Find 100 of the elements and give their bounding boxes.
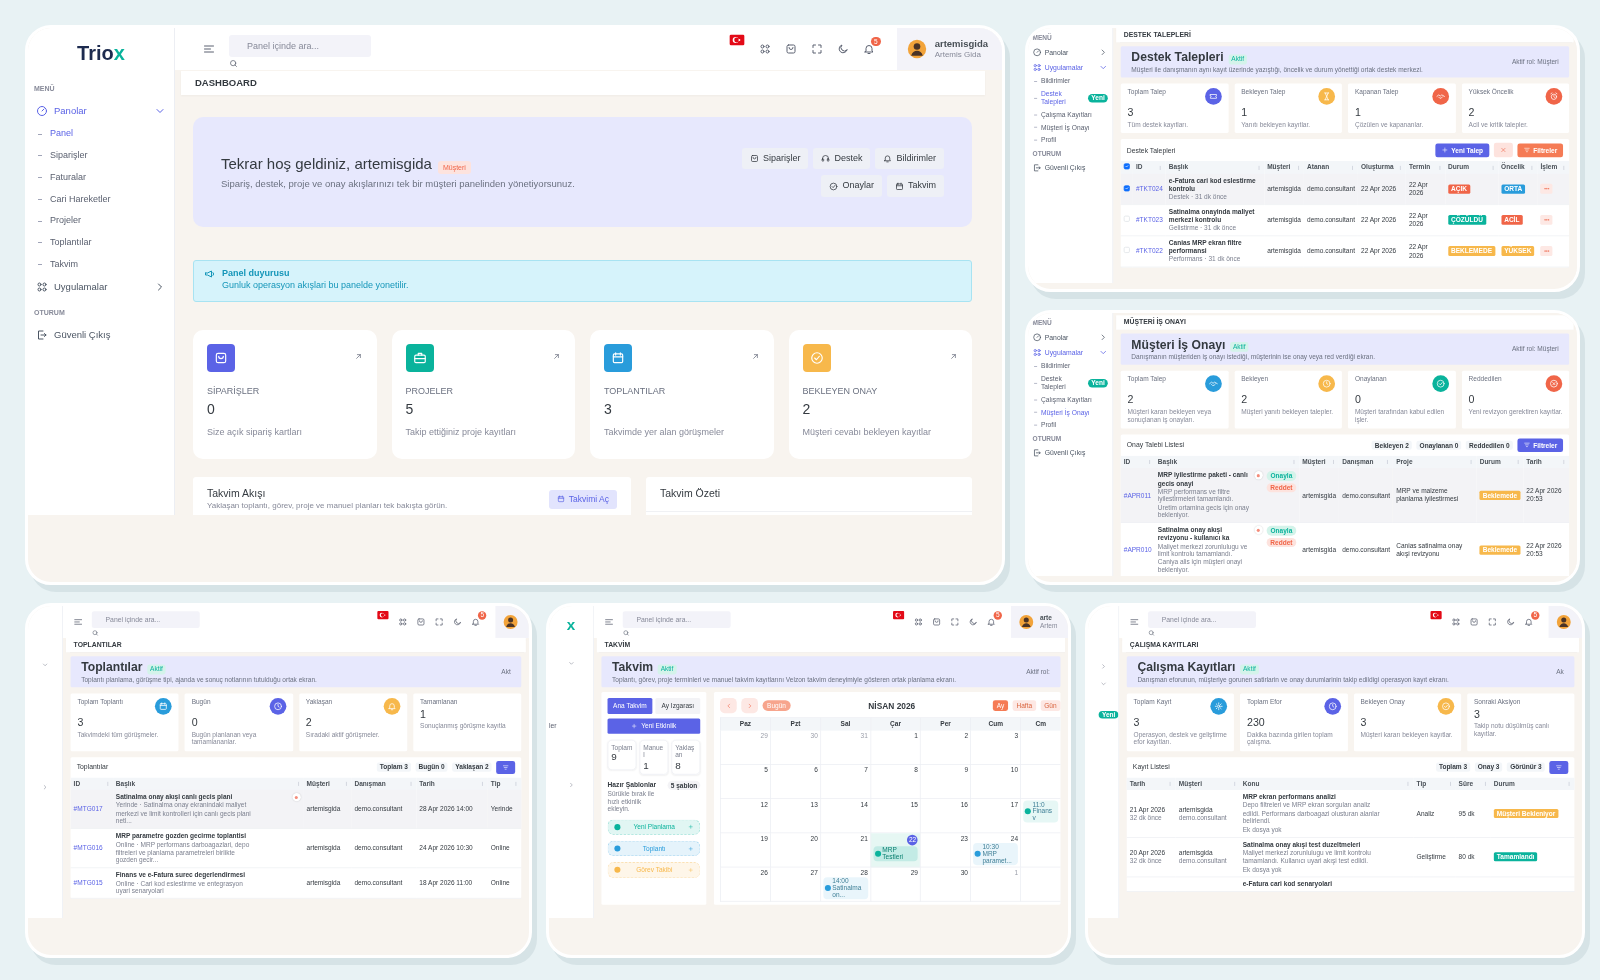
page-heading: Müşteri İş Onayı [1131, 337, 1226, 352]
shortcut-button[interactable]: Destek [813, 147, 871, 170]
check-circle-icon [809, 351, 824, 366]
alert-text: Gunluk operasyon akışlari bu panelde yonetilir. [222, 280, 409, 292]
stat-value: 2 [802, 400, 811, 419]
row-checkbox[interactable] [1123, 184, 1130, 192]
avatar-icon [503, 614, 519, 630]
sidebar-subitem[interactable]: Cari Hareketler [48, 188, 113, 211]
menu-icon [203, 43, 215, 55]
stat-value: 3 [1133, 716, 1140, 730]
search-icon [229, 58, 238, 68]
stat-value: 5 [405, 400, 414, 419]
stat-description: Size açık sipariş kartları [207, 427, 304, 439]
arrow-up-right-icon [353, 352, 363, 362]
page-heading: Tekrar hoş geldiniz, artemisgida [221, 154, 432, 174]
panel-title: Takvim Özeti [660, 487, 721, 501]
flag-icon [892, 609, 905, 622]
page-heading: Destek Talepleri [1131, 49, 1224, 65]
megaphone-icon [204, 268, 216, 281]
stat-value: 0 [207, 400, 215, 419]
stat-value: 230 [1247, 716, 1265, 730]
stat-value: 2 [1241, 393, 1248, 407]
avatar-icon [1556, 614, 1572, 630]
stat-value: 3 [77, 716, 84, 730]
logo: Triox [77, 41, 125, 66]
stat-value: 0 [1354, 393, 1361, 407]
sidebar-subitem[interactable]: Takvim [48, 253, 80, 276]
panel-title: Takvim Akışı [207, 487, 266, 501]
stat-description: Takip ettiğiniz proje kayıtları [405, 427, 518, 439]
stat-value: 2 [305, 716, 312, 730]
stat-label: SİPARİŞLER [207, 386, 260, 399]
filter-button[interactable] [496, 760, 516, 774]
shortcut-button[interactable]: Bildirimler [875, 147, 944, 170]
arrow-up-right-icon [949, 352, 958, 362]
sidebar-subitem[interactable]: Siparişler [48, 145, 90, 167]
bag-icon [214, 351, 228, 366]
moon-icon [836, 43, 849, 55]
stat-value: 0 [191, 716, 198, 730]
apps-icon [758, 43, 771, 55]
alert-title: Panel duyurusu [222, 268, 290, 281]
user-menu[interactable] [495, 606, 529, 638]
row-menu-button[interactable] [1540, 246, 1553, 256]
user-menu[interactable]: artemisgida Artemis Gida [896, 28, 1002, 70]
sidebar-item[interactable]: Uygulamalar [28, 275, 174, 300]
stat-label: TOPLANTILAR [604, 386, 666, 399]
stat-description: Müşteri cevabı bekleyen kayıtlar [802, 427, 933, 439]
logo: x [566, 614, 576, 635]
filter-button[interactable] [1549, 760, 1569, 774]
user-menu[interactable] [1548, 606, 1582, 638]
bell-icon [862, 43, 875, 55]
check-circle-icon [829, 181, 839, 191]
bag-icon [784, 43, 797, 55]
page-title: DASHBOARD [181, 71, 985, 96]
apps-icon [36, 281, 48, 294]
flag-icon [1430, 609, 1443, 622]
sidebar-item[interactable]: Panolar [28, 99, 174, 124]
briefcase-icon [412, 351, 427, 366]
stat-value: 3 [1360, 716, 1367, 730]
previous-button[interactable] [720, 698, 737, 714]
count-value: 9 [611, 751, 617, 764]
page-heading: Toplantılar [81, 659, 143, 675]
stat-value: 2 [1468, 106, 1475, 120]
logout-icon [36, 328, 48, 341]
bell-icon [883, 154, 893, 163]
avatar-icon [1018, 614, 1034, 630]
shortcut-button[interactable]: Onaylar [821, 175, 882, 198]
stat-value: 3 [604, 400, 612, 419]
gauge-icon [36, 105, 48, 118]
row-menu-button[interactable] [1540, 214, 1553, 225]
bag-icon [749, 154, 759, 163]
avatar-icon [906, 39, 927, 59]
page-heading: Takvim [612, 659, 654, 675]
next-button[interactable] [741, 698, 758, 714]
clear-button[interactable] [1493, 143, 1513, 158]
sidebar-item[interactable]: Güvenli Çıkış [28, 322, 174, 348]
shortcut-button[interactable]: Siparişler [741, 147, 809, 170]
stat-value: 1 [1241, 106, 1248, 120]
expand-icon [810, 43, 823, 55]
headset-icon [821, 154, 831, 163]
page-description: Sipariş, destek, proje ve onay akışlarınızı tek bir müşteri panelinden yönetiyorsunuz. [221, 177, 575, 191]
row-menu-button[interactable] [1540, 183, 1553, 194]
sidebar-subitem[interactable]: Projeler [48, 210, 83, 232]
search-field[interactable]: Panel içinde ara... [229, 34, 371, 57]
count-value: 1 [643, 759, 649, 772]
arrow-up-right-icon [750, 352, 760, 362]
stat-value: 0 [1468, 393, 1475, 407]
shortcut-button[interactable]: Takvim [887, 175, 944, 198]
stat-value: 2 [1127, 393, 1134, 407]
stat-value: 3 [1473, 707, 1480, 721]
panel-subtitle: Yaklaşan toplantı, görev, proje ve manuel planları tek bakışta görün. [207, 501, 448, 512]
open-calendar-button[interactable]: Takvimi Aç [548, 489, 617, 509]
sidebar-subitem[interactable]: Faturalar [48, 166, 88, 189]
stat-label: PROJELER [405, 386, 453, 399]
stat-value: 1 [1354, 106, 1361, 120]
calendar-title: NİSAN 2026 [867, 700, 917, 711]
select-all-checkbox[interactable] [1123, 163, 1130, 170]
calendar-icon [895, 181, 904, 191]
sidebar-subitem[interactable]: Toplantılar [48, 231, 94, 254]
sidebar-subitem[interactable]: Panel [48, 123, 76, 146]
arrow-up-right-icon [552, 352, 561, 362]
